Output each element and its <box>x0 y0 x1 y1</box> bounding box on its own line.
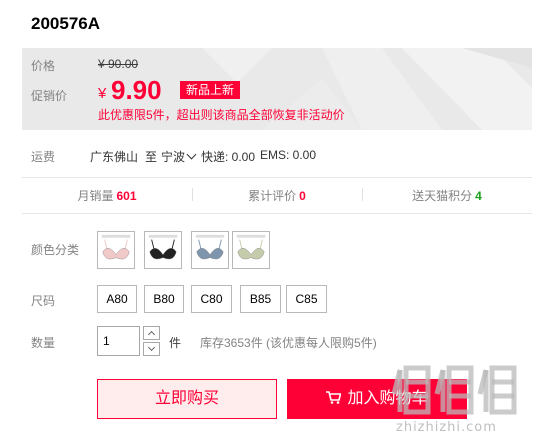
bra-thumbnail-icon <box>148 234 178 260</box>
chevron-down-icon <box>147 343 156 352</box>
buy-now-button[interactable]: 立即购买 <box>97 379 277 419</box>
ship-destination-select[interactable]: 宁波 <box>161 148 197 165</box>
sale-price-label: 促销价 <box>31 89 68 103</box>
stat-value: 601 <box>116 189 137 203</box>
stat-value: 4 <box>475 189 482 203</box>
ship-destination: 宁波 <box>161 150 186 164</box>
add-to-cart-button[interactable]: 加入购物车 <box>287 379 467 419</box>
bra-thumbnail-icon <box>101 234 131 260</box>
quantity-decrease-button[interactable] <box>143 342 160 356</box>
chevron-down-icon <box>186 149 197 160</box>
size-label: 尺码 <box>31 294 56 308</box>
color-label: 颜色分类 <box>31 243 80 257</box>
product-code: 200576A <box>31 14 101 33</box>
bra-thumbnail-icon <box>195 234 225 260</box>
bra-thumbnail-icon <box>236 234 266 260</box>
sale-price: 9.90 <box>111 75 162 105</box>
quantity-label: 数量 <box>31 336 56 350</box>
stock-info: 库存3653件 (该优惠每人限购5件) <box>200 334 377 351</box>
size-option-a80[interactable]: A80 <box>97 285 137 313</box>
chevron-up-icon <box>147 330 156 339</box>
price-panel: 价格 ¥ 90.00 促销价 ¥ 9.90 新品上新 此优惠限5件，超出则该商品… <box>22 48 532 130</box>
quantity-unit: 件 <box>169 336 182 350</box>
size-option-b85[interactable]: B85 <box>240 285 281 313</box>
ship-from: 广东佛山 <box>90 150 139 164</box>
size-option-c85[interactable]: C85 <box>286 285 327 313</box>
color-swatch-black[interactable] <box>144 231 182 269</box>
stock-count: 库存3653件 <box>200 336 263 350</box>
color-swatch-green[interactable] <box>232 231 270 269</box>
stat-reviews[interactable]: 累计评价 0 <box>192 187 362 204</box>
original-price: ¥ 90.00 <box>98 57 139 71</box>
stat-label: 月销量 <box>77 189 114 203</box>
quantity-input[interactable]: 1 <box>97 326 140 356</box>
quantity-increase-button[interactable] <box>143 326 160 340</box>
stat-monthly-sales: 月销量 601 <box>22 187 192 204</box>
stat-value: 0 <box>299 189 306 203</box>
stat-label: 累计评价 <box>248 189 297 203</box>
size-option-b80[interactable]: B80 <box>144 285 184 313</box>
ems-fee: EMS: 0.00 <box>260 148 317 162</box>
shipping-label: 运费 <box>31 150 56 164</box>
color-swatch-pink[interactable] <box>97 231 135 269</box>
cart-icon <box>326 390 342 404</box>
promo-limit-note: 此优惠限5件，超出则该商品全部恢复非活动价 <box>98 108 345 122</box>
original-price-label: 价格 <box>31 59 56 73</box>
stat-label: 送天猫积分 <box>412 189 473 203</box>
ship-to-prefix: 至 <box>145 150 158 164</box>
watermark-text: zhizhizhi.com <box>396 420 497 435</box>
express-fee: 快递: 0.00 <box>201 150 256 164</box>
add-to-cart-label: 加入购物车 <box>347 390 428 407</box>
stat-points: 送天猫积分 4 <box>362 187 532 204</box>
color-swatch-blue[interactable] <box>191 231 229 269</box>
sales-stats: 月销量 601 累计评价 0 送天猫积分 4 <box>22 177 532 214</box>
purchase-limit-note: (该优惠每人限购5件) <box>266 336 377 350</box>
sale-currency: ¥ <box>98 85 107 102</box>
size-option-c80[interactable]: C80 <box>191 285 232 313</box>
new-arrival-badge: 新品上新 <box>180 81 241 99</box>
